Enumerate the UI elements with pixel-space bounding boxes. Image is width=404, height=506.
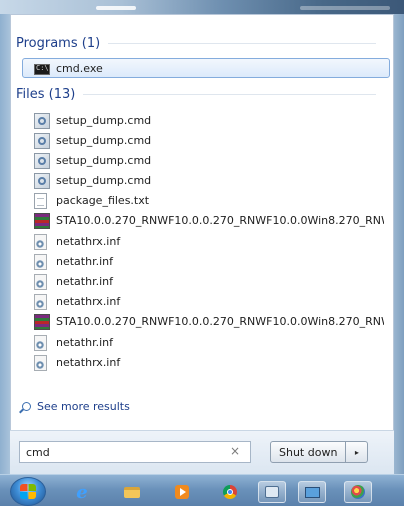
taskbar-item-media-player[interactable] [168, 481, 196, 503]
taskbar-item-remote-desktop[interactable] [298, 481, 326, 503]
list-item-label: setup_dump.cmd [56, 134, 152, 147]
power-controls: Shut down ▸ [270, 441, 369, 463]
see-more-label: See more results [37, 400, 130, 413]
list-item[interactable]: setup_dump.cmd [34, 131, 384, 150]
section-divider [108, 43, 376, 44]
list-item-label: netathr.inf [56, 336, 113, 349]
shutdown-options-button[interactable]: ▸ [346, 441, 369, 463]
chrome-icon [223, 485, 237, 499]
window-frame-top [0, 0, 404, 14]
list-item[interactable]: netathrx.inf [34, 292, 384, 311]
chevron-right-icon: ▸ [354, 447, 359, 457]
text-file-icon [34, 192, 47, 209]
snipping-tool-icon [265, 486, 279, 498]
see-more-results-link[interactable]: See more results [22, 400, 130, 413]
taskbar-item-internet-explorer[interactable]: e [68, 481, 96, 503]
setup-info-icon [34, 253, 47, 270]
list-item-label: STA10.0.0.270_RNWF10.0.0.270_RNWF10.0.0W… [56, 315, 384, 328]
search-box[interactable]: × [19, 441, 251, 463]
search-input[interactable] [20, 443, 232, 461]
script-icon [34, 172, 50, 189]
console-icon [34, 63, 50, 75]
remote-desktop-icon [304, 486, 320, 498]
script-icon [34, 112, 50, 129]
media-player-icon [175, 485, 189, 499]
file-explorer-icon [124, 486, 140, 498]
list-item[interactable]: package_files.txt [34, 191, 384, 210]
list-item-label: setup_dump.cmd [56, 174, 152, 187]
setup-info-icon [34, 354, 47, 371]
programs-section-header[interactable]: Programs (1) [16, 36, 376, 51]
setup-info-icon [34, 233, 47, 250]
list-item[interactable]: netathr.inf [34, 333, 384, 352]
start-button[interactable] [10, 477, 46, 506]
script-icon [34, 152, 50, 169]
shutdown-label: Shut down [279, 445, 338, 459]
list-item[interactable]: STA10.0.0.270_RNWF10.0.0.270_RNWF10.0.0W… [34, 312, 384, 331]
files-section-header[interactable]: Files (13) [16, 87, 376, 102]
paint-icon [351, 485, 365, 499]
setup-info-icon [34, 273, 47, 290]
list-item-label: netathrx.inf [56, 235, 121, 248]
list-item-label: netathrx.inf [56, 295, 121, 308]
archive-icon [34, 212, 50, 229]
list-item[interactable]: netathr.inf [34, 252, 384, 271]
script-icon [34, 132, 50, 149]
list-item-label: netathrx.inf [56, 356, 121, 369]
programs-header-label: Programs (1) [16, 36, 101, 51]
taskbar-item-snipping-tool[interactable] [258, 481, 286, 503]
taskbar-item-paint[interactable] [344, 481, 372, 503]
list-item[interactable]: setup_dump.cmd [34, 111, 384, 130]
list-item-label: netathr.inf [56, 255, 113, 268]
glass-border-left [0, 14, 10, 474]
glass-shine [300, 6, 390, 10]
list-item-label: setup_dump.cmd [56, 114, 152, 127]
setup-info-icon [34, 334, 47, 351]
section-divider [83, 94, 376, 95]
archive-icon [34, 313, 50, 330]
list-item-label: setup_dump.cmd [56, 154, 152, 167]
shutdown-button[interactable]: Shut down [270, 441, 347, 463]
setup-info-icon [34, 293, 47, 310]
list-item[interactable]: setup_dump.cmd [34, 171, 384, 190]
list-item[interactable]: setup_dump.cmd [34, 151, 384, 170]
list-item-label: STA10.0.0.270_RNWF10.0.0.270_RNWF10.0.0W… [56, 214, 384, 227]
result-item-cmd-exe[interactable]: cmd.exe [34, 59, 384, 78]
files-header-label: Files (13) [16, 87, 76, 102]
result-item-label: cmd.exe [56, 62, 103, 75]
list-item[interactable]: netathrx.inf [34, 353, 384, 372]
internet-explorer-icon: e [76, 481, 88, 503]
list-item-label: package_files.txt [56, 194, 150, 207]
taskbar-item-file-explorer[interactable] [118, 481, 146, 503]
list-item[interactable]: STA10.0.0.270_RNWF10.0.0.270_RNWF10.0.0W… [34, 211, 384, 230]
taskbar-item-chrome[interactable] [216, 481, 244, 503]
list-item[interactable]: netathr.inf [34, 272, 384, 291]
windows-logo-icon [20, 484, 36, 499]
clear-search-icon[interactable]: × [230, 444, 240, 458]
list-item-label: netathr.inf [56, 275, 113, 288]
glass-border-right [394, 14, 404, 474]
list-item[interactable]: netathrx.inf [34, 232, 384, 251]
magnifier-icon [22, 402, 31, 411]
glass-shine [96, 6, 136, 10]
